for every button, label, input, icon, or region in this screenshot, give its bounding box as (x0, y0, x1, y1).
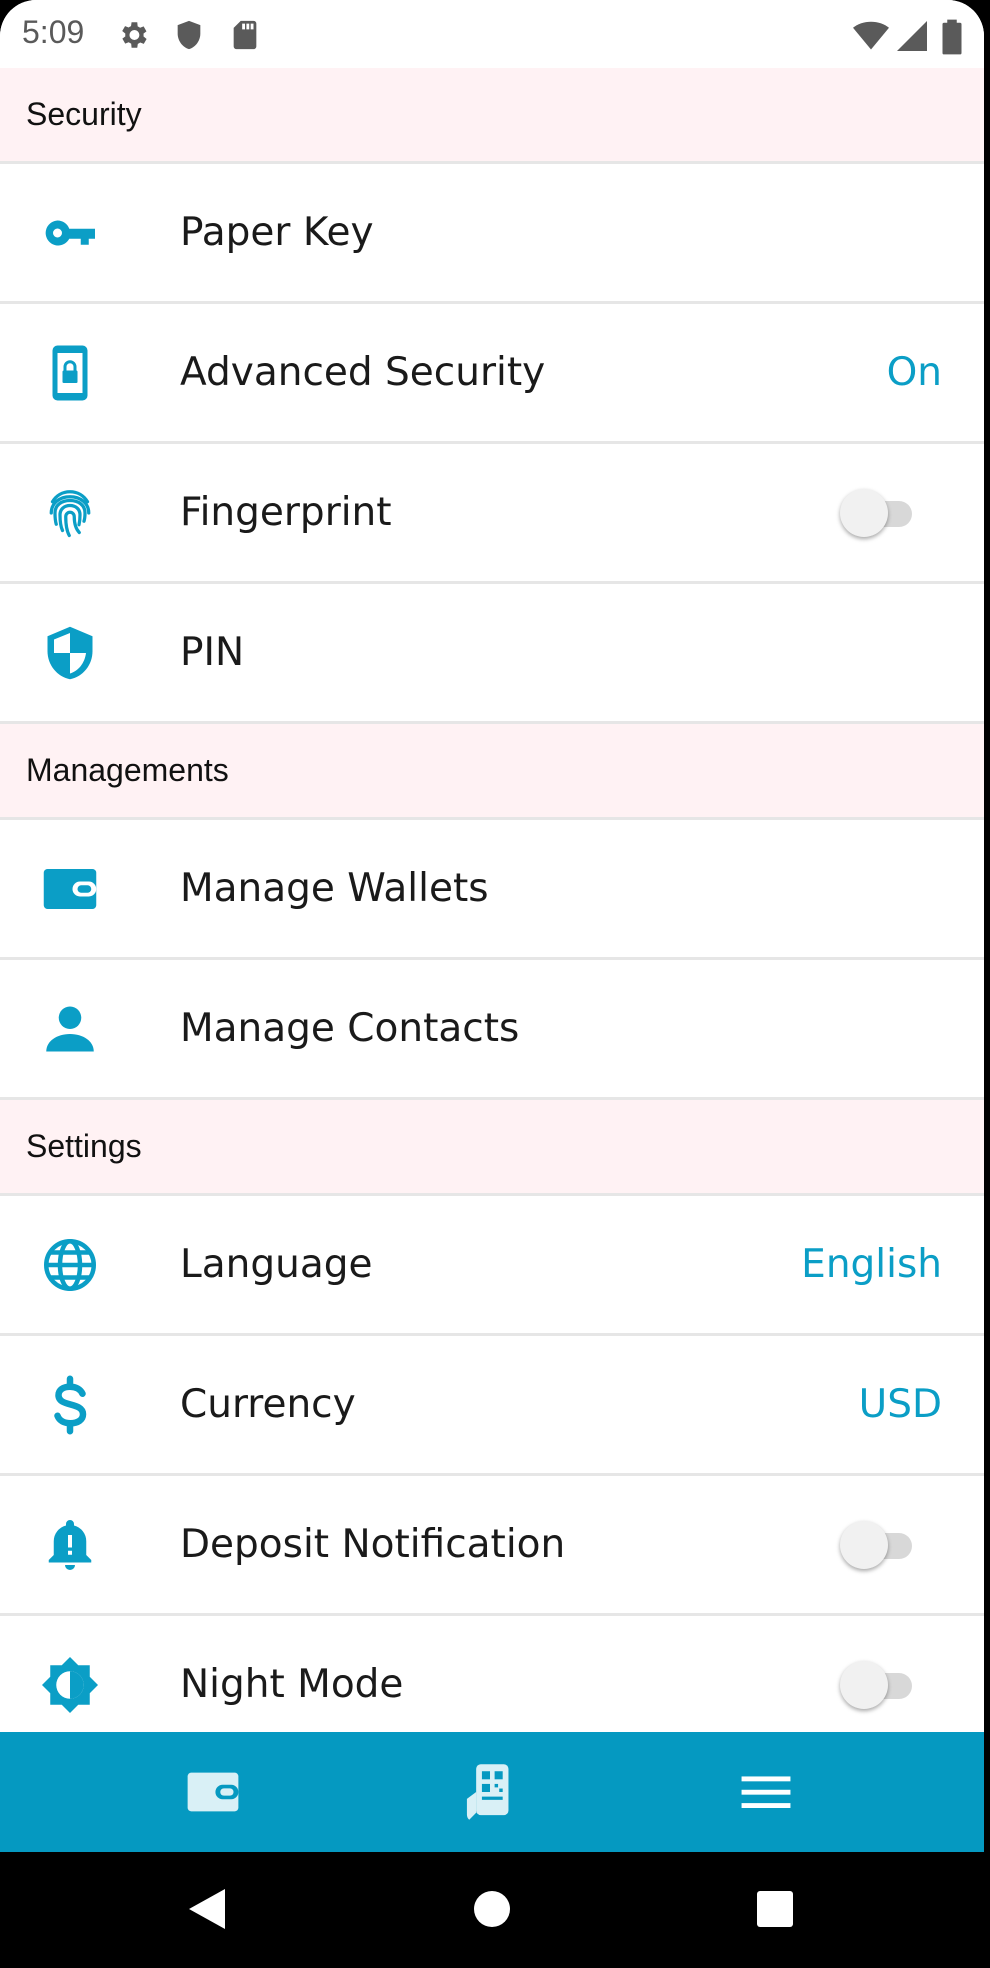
bell-alert-icon (48, 1519, 92, 1570)
back-button[interactable] (172, 1874, 242, 1944)
settings-list: Security Paper Key Advanced Security On (0, 68, 984, 1732)
recents-button[interactable] (740, 1874, 810, 1944)
recents-icon (757, 1891, 793, 1927)
fingerprint-toggle[interactable] (840, 488, 918, 538)
advanced-security-value: On (886, 350, 942, 395)
home-button[interactable] (457, 1874, 527, 1944)
fingerprint-icon (49, 489, 91, 537)
wallet-icon (43, 868, 97, 909)
pin-row[interactable]: PIN (0, 584, 984, 724)
globe-icon (44, 1238, 96, 1291)
pin-label: PIN (180, 630, 245, 675)
tab-menu[interactable] (706, 1732, 826, 1852)
system-nav-bar (0, 1852, 990, 1968)
advanced-security-row[interactable]: Advanced Security On (0, 304, 984, 444)
night-mode-toggle[interactable] (840, 1660, 918, 1710)
home-icon (474, 1891, 510, 1927)
brightness-icon (42, 1656, 98, 1713)
key-icon (45, 220, 95, 245)
menu-icon (741, 1776, 791, 1808)
wallet-icon (187, 1772, 239, 1812)
manage-contacts-row[interactable]: Manage Contacts (0, 960, 984, 1100)
fingerprint-row[interactable]: Fingerprint (0, 444, 984, 584)
shield-icon (177, 20, 201, 50)
settings-screen: 5:09 Security Paper Key Advanced Securit… (0, 0, 984, 1968)
manage-contacts-label: Manage Contacts (180, 1006, 520, 1051)
currency-value: USD (858, 1382, 942, 1427)
gear-icon (122, 22, 147, 48)
shield-check-icon (47, 626, 93, 679)
paper-key-row[interactable]: Paper Key (0, 164, 984, 304)
bottom-tab-bar (0, 1732, 984, 1852)
language-row[interactable]: Language English (0, 1196, 984, 1336)
qr-phone-icon (466, 1764, 509, 1820)
section-header-settings: Settings (0, 1100, 984, 1196)
wifi-icon (853, 21, 889, 50)
section-header-security: Security (0, 68, 984, 164)
manage-wallets-row[interactable]: Manage Wallets (0, 820, 984, 960)
language-label: Language (180, 1242, 373, 1287)
manage-wallets-label: Manage Wallets (180, 866, 489, 911)
currency-label: Currency (180, 1382, 356, 1427)
language-value: English (801, 1242, 942, 1287)
battery-icon (942, 19, 962, 55)
fingerprint-label: Fingerprint (180, 490, 392, 535)
section-header-managements: Managements (0, 724, 984, 820)
sd-card-icon (233, 20, 257, 50)
status-bar: 5:09 (0, 0, 984, 68)
paper-key-label: Paper Key (180, 210, 374, 255)
night-mode-row[interactable]: Night Mode (0, 1616, 984, 1732)
tab-receive[interactable] (430, 1732, 550, 1852)
back-icon (189, 1889, 225, 1929)
currency-row[interactable]: Currency USD (0, 1336, 984, 1476)
phone-lock-icon (52, 345, 88, 400)
deposit-notification-row[interactable]: Deposit Notification (0, 1476, 984, 1616)
cell-signal-icon (897, 21, 927, 51)
status-time: 5:09 (22, 14, 85, 50)
tab-wallet[interactable] (153, 1732, 273, 1852)
night-mode-label: Night Mode (180, 1662, 404, 1707)
advanced-security-label: Advanced Security (180, 350, 546, 395)
person-icon (46, 1006, 94, 1051)
dollar-icon (54, 1375, 87, 1434)
deposit-notification-toggle[interactable] (840, 1520, 918, 1570)
deposit-notification-label: Deposit Notification (180, 1522, 566, 1567)
